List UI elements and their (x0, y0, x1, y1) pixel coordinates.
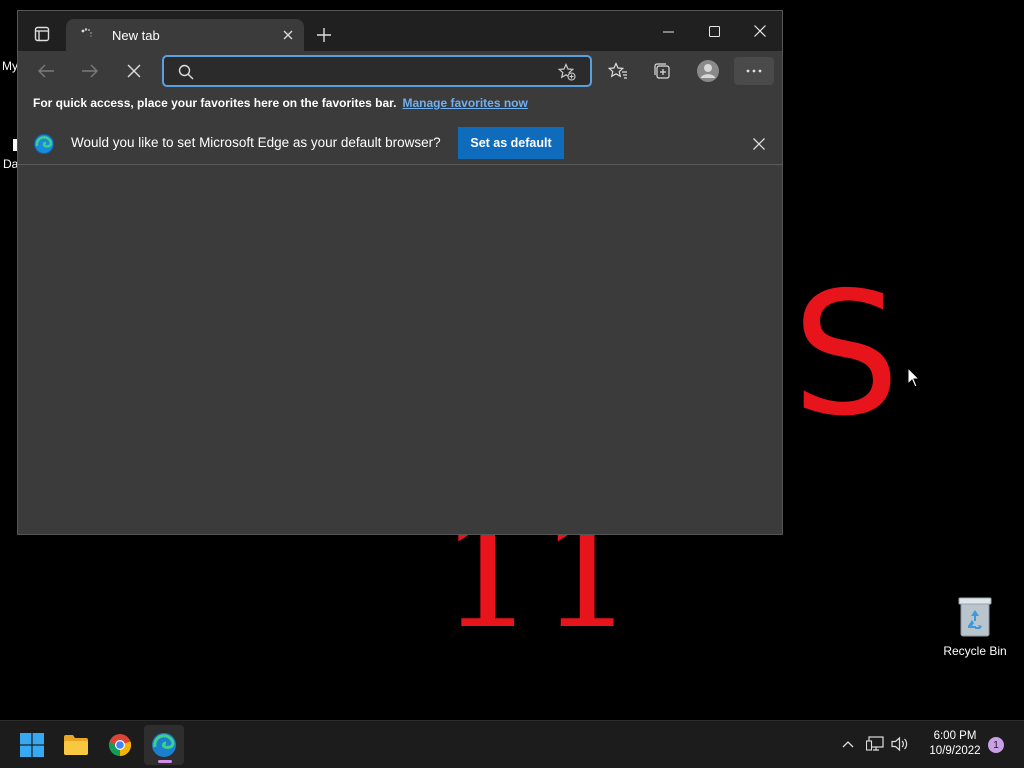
favorites-button[interactable] (602, 57, 634, 85)
forward-button[interactable] (74, 57, 106, 85)
infobar-message: Would you like to set Microsoft Edge as … (71, 135, 441, 150)
maximize-button[interactable] (691, 11, 737, 51)
start-button[interactable] (12, 725, 52, 765)
recycle-bin-icon (957, 596, 993, 638)
active-app-indicator (158, 760, 172, 763)
page-content-area[interactable] (18, 166, 782, 534)
address-bar[interactable] (162, 55, 592, 87)
recycle-bin-label: Recycle Bin (943, 644, 1007, 658)
plus-icon (317, 28, 331, 42)
close-window-button[interactable] (737, 11, 782, 51)
chrome-icon (108, 734, 132, 757)
dismiss-infobar-button[interactable] (748, 133, 770, 155)
stop-icon (127, 64, 141, 78)
desktop: S 11 My Da Recycle Bin New tab For quick… (0, 0, 1024, 720)
set-as-default-button[interactable]: Set as default (458, 127, 564, 159)
back-arrow-icon (38, 64, 54, 78)
tab-actions-icon[interactable] (24, 20, 60, 48)
collections-icon (654, 63, 670, 79)
clock[interactable]: 6:00 PM 10/9/2022 (912, 729, 998, 759)
speaker-icon (891, 736, 908, 752)
forward-arrow-icon (82, 64, 98, 78)
recycle-bin[interactable]: Recycle Bin (940, 596, 1010, 658)
edge-icon (152, 733, 176, 757)
notification-badge[interactable]: 1 (988, 737, 1004, 753)
tab-new-tab[interactable]: New tab (66, 19, 304, 51)
settings-and-more-button[interactable] (734, 57, 774, 85)
manage-favorites-link[interactable]: Manage favorites now (402, 96, 527, 110)
favorites-bar: For quick access, place your favorites h… (18, 91, 782, 115)
file-explorer-button[interactable] (56, 725, 96, 765)
close-icon (754, 25, 766, 37)
new-tab-button[interactable] (312, 23, 336, 47)
clock-time: 6:00 PM (933, 730, 977, 742)
back-button[interactable] (30, 57, 62, 85)
search-icon (178, 64, 194, 80)
close-icon (753, 138, 765, 150)
add-favorite-icon[interactable] (558, 63, 576, 81)
wallpaper-text-s: S (792, 256, 900, 454)
more-dots-icon (746, 69, 762, 73)
edge-browser-window: New tab For quick access, place your fav… (17, 10, 783, 535)
default-browser-infobar: Would you like to set Microsoft Edge as … (18, 123, 782, 165)
stop-loading-button[interactable] (118, 57, 150, 85)
show-hidden-icons-button[interactable] (838, 734, 858, 754)
minimize-icon (662, 31, 674, 32)
title-bar: New tab (18, 11, 782, 51)
chrome-button[interactable] (100, 725, 140, 765)
minimize-button[interactable] (645, 11, 691, 51)
chevron-up-icon (842, 741, 854, 748)
favorites-bar-text: For quick access, place your favorites h… (33, 96, 397, 110)
file-explorer-icon (64, 735, 88, 755)
mouse-cursor-icon (907, 367, 921, 388)
windows-start-icon (20, 733, 44, 757)
profile-button[interactable] (692, 57, 724, 85)
clock-date: 10/9/2022 (929, 745, 981, 757)
desktop-icon-label-partial[interactable]: My (2, 59, 18, 73)
favorites-list-icon (608, 62, 627, 79)
loading-spinner-icon (80, 27, 96, 43)
maximize-icon (708, 25, 720, 37)
network-button[interactable] (865, 734, 885, 754)
collections-button[interactable] (646, 57, 678, 85)
navigation-toolbar (18, 51, 782, 91)
volume-button[interactable] (890, 734, 910, 754)
profile-avatar-icon (697, 60, 719, 82)
taskbar: 6:00 PM 10/9/2022 1 (0, 720, 1024, 768)
tab-title: New tab (112, 27, 160, 43)
edge-logo-icon (34, 134, 54, 154)
network-icon (866, 736, 884, 751)
close-tab-icon[interactable] (278, 25, 298, 45)
address-input[interactable] (202, 61, 542, 81)
edge-taskbar-button[interactable] (144, 725, 184, 765)
